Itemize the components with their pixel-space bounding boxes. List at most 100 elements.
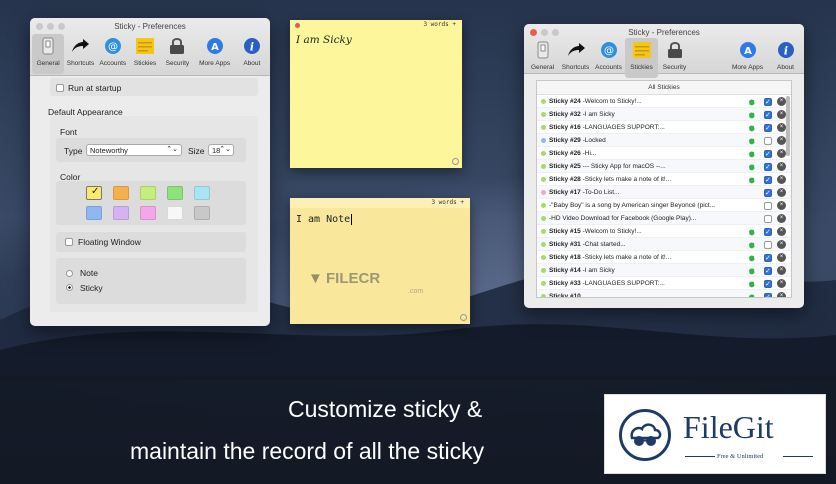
toolbar-label: Security: [165, 60, 190, 67]
toolbar-security-button[interactable]: Security: [161, 34, 193, 74]
color-swatch[interactable]: [140, 186, 156, 200]
note-text[interactable]: I am Note: [296, 214, 353, 225]
row-checkbox[interactable]: [764, 174, 772, 187]
color-swatch[interactable]: [194, 206, 210, 220]
row-checkbox[interactable]: [764, 252, 772, 265]
row-checkbox[interactable]: [764, 109, 772, 122]
toolbar-more-apps-button[interactable]: A More Apps: [194, 34, 236, 74]
row-checkbox[interactable]: [764, 265, 772, 278]
table-row[interactable]: Sticky #16 -LANGUAGES SUPPORT:... ×: [537, 121, 791, 135]
row-checkbox[interactable]: [764, 202, 772, 210]
sticky-radio[interactable]: [66, 284, 73, 291]
delete-icon[interactable]: ×: [777, 149, 786, 158]
toolbar-stickies-button[interactable]: Stickies: [625, 38, 658, 78]
color-swatch[interactable]: [113, 186, 129, 200]
sticky-text[interactable]: I am Sicky: [296, 34, 352, 46]
table-row[interactable]: Sticky #31 -Chat started... ×: [537, 238, 791, 251]
color-swatch[interactable]: [140, 206, 156, 220]
stickies-list[interactable]: All Stickies Sticky #24 -Welcom to Stick…: [536, 80, 792, 298]
delete-icon[interactable]: ×: [777, 123, 786, 132]
table-row[interactable]: Sticky #18 -Sticky lets make a note of i…: [537, 251, 791, 265]
table-row[interactable]: Sticky #10 ... ×: [537, 290, 791, 297]
delete-icon[interactable]: ×: [777, 97, 786, 106]
color-swatch[interactable]: ✓: [86, 186, 102, 200]
row-checkbox[interactable]: [764, 215, 772, 223]
table-row[interactable]: Sticky #14 -I am Sicky ×: [537, 264, 791, 278]
row-checkbox[interactable]: [764, 187, 772, 200]
toolbar-about-button[interactable]: i About: [236, 34, 268, 74]
delete-icon[interactable]: ×: [777, 266, 786, 275]
resize-grip-icon[interactable]: [452, 158, 459, 165]
font-size-select[interactable]: 18 ⌃⌄: [208, 144, 234, 156]
toolbar-stickies-button[interactable]: Stickies: [129, 34, 161, 74]
delete-icon[interactable]: ×: [777, 214, 786, 223]
row-checkbox[interactable]: [764, 96, 772, 109]
table-row[interactable]: Sticky #32 -I am Sicky ×: [537, 108, 791, 122]
table-row[interactable]: Sticky #26 -Hi... ×: [537, 147, 791, 161]
color-swatch[interactable]: [113, 206, 129, 220]
table-row[interactable]: Sticky #15 -Welcom to Sticky!... ×: [537, 225, 791, 239]
color-swatch[interactable]: [86, 206, 102, 220]
font-type-select[interactable]: Noteworthy ⌃⌄: [86, 144, 182, 156]
delete-icon[interactable]: ×: [777, 253, 786, 262]
toolbar-label: General: [530, 64, 555, 71]
sticky-close-button[interactable]: [295, 23, 300, 28]
delete-icon[interactable]: ×: [777, 227, 786, 236]
delete-icon[interactable]: ×: [777, 240, 786, 249]
toolbar-label: Accounts: [99, 60, 127, 67]
row-checkbox[interactable]: [764, 137, 772, 145]
table-row[interactable]: Sticky #33 -LANGUAGES SUPPORT:... ×: [537, 277, 791, 291]
delete-icon[interactable]: ×: [777, 162, 786, 171]
color-swatch[interactable]: [194, 186, 210, 200]
row-checkbox[interactable]: [764, 241, 772, 249]
note-radio[interactable]: [66, 270, 73, 277]
row-checkbox[interactable]: [764, 291, 772, 297]
run-at-startup-label: Run at startup: [68, 83, 122, 93]
floating-window-checkbox[interactable]: [65, 238, 73, 246]
table-row[interactable]: -HD Video Download for Facebook (Google …: [537, 212, 791, 225]
toolbar-general-button[interactable]: General: [526, 38, 559, 78]
list-scrollbar[interactable]: [786, 96, 790, 156]
toolbar-more-apps-button[interactable]: A More Apps: [726, 38, 769, 78]
table-row[interactable]: Sticky #17 -To-Do List... ×: [537, 186, 791, 200]
run-at-startup-checkbox[interactable]: [56, 84, 64, 92]
color-dot-icon: [541, 203, 546, 208]
row-checkbox[interactable]: [764, 226, 772, 239]
delete-icon[interactable]: ×: [777, 201, 786, 210]
delete-icon[interactable]: ×: [777, 136, 786, 145]
toolbar-security-button[interactable]: Security: [658, 38, 691, 78]
delete-icon[interactable]: ×: [777, 175, 786, 184]
toolbar-shortcuts-button[interactable]: Shortcuts: [559, 38, 592, 78]
row-title: Sticky #15 -Welcom to Sticky!...: [549, 228, 642, 235]
table-row[interactable]: -"Baby Boy" is a song by American singer…: [537, 199, 791, 212]
color-swatch[interactable]: [167, 206, 183, 220]
toolbar-shortcuts-button[interactable]: Shortcuts: [64, 34, 96, 74]
table-row[interactable]: Sticky #28 -Sticky lets make a note of i…: [537, 173, 791, 187]
row-checkbox[interactable]: [764, 161, 772, 174]
toolbar-accounts-button[interactable]: @ Accounts: [97, 34, 129, 74]
color-swatch[interactable]: [167, 186, 183, 200]
toolbar-general-button[interactable]: General: [32, 34, 65, 74]
toolbar-label: General: [36, 60, 60, 67]
delete-icon[interactable]: ×: [777, 188, 786, 197]
row-checkbox[interactable]: [764, 148, 772, 161]
delete-icon[interactable]: ×: [777, 292, 786, 297]
toolbar-label: More Apps: [731, 64, 764, 71]
toolbar-label: Security: [662, 64, 687, 71]
table-row[interactable]: Sticky #24 -Welcom to Sticky!... ×: [537, 95, 791, 109]
row-checkbox[interactable]: [764, 278, 772, 291]
row-checkbox[interactable]: [764, 122, 772, 135]
toolbar-about-button[interactable]: i About: [769, 38, 802, 78]
table-row[interactable]: Sticky #25 --- Sticky App for macOS --..…: [537, 160, 791, 174]
table-row[interactable]: Sticky #29 -Locked ×: [537, 134, 791, 147]
delete-icon[interactable]: ×: [777, 279, 786, 288]
note-note[interactable]: 3 words + I am Note: [290, 198, 470, 324]
evernote-icon: [748, 228, 755, 236]
toolbar-accounts-button[interactable]: @ Accounts: [592, 38, 625, 78]
color-dot-icon: [541, 112, 546, 117]
lock-icon: [167, 36, 187, 56]
sticky-note[interactable]: 3 words + I am Sicky: [290, 20, 462, 168]
row-title: Sticky #16 -LANGUAGES SUPPORT:...: [549, 124, 665, 131]
delete-icon[interactable]: ×: [777, 110, 786, 119]
resize-grip-icon[interactable]: [460, 314, 467, 321]
